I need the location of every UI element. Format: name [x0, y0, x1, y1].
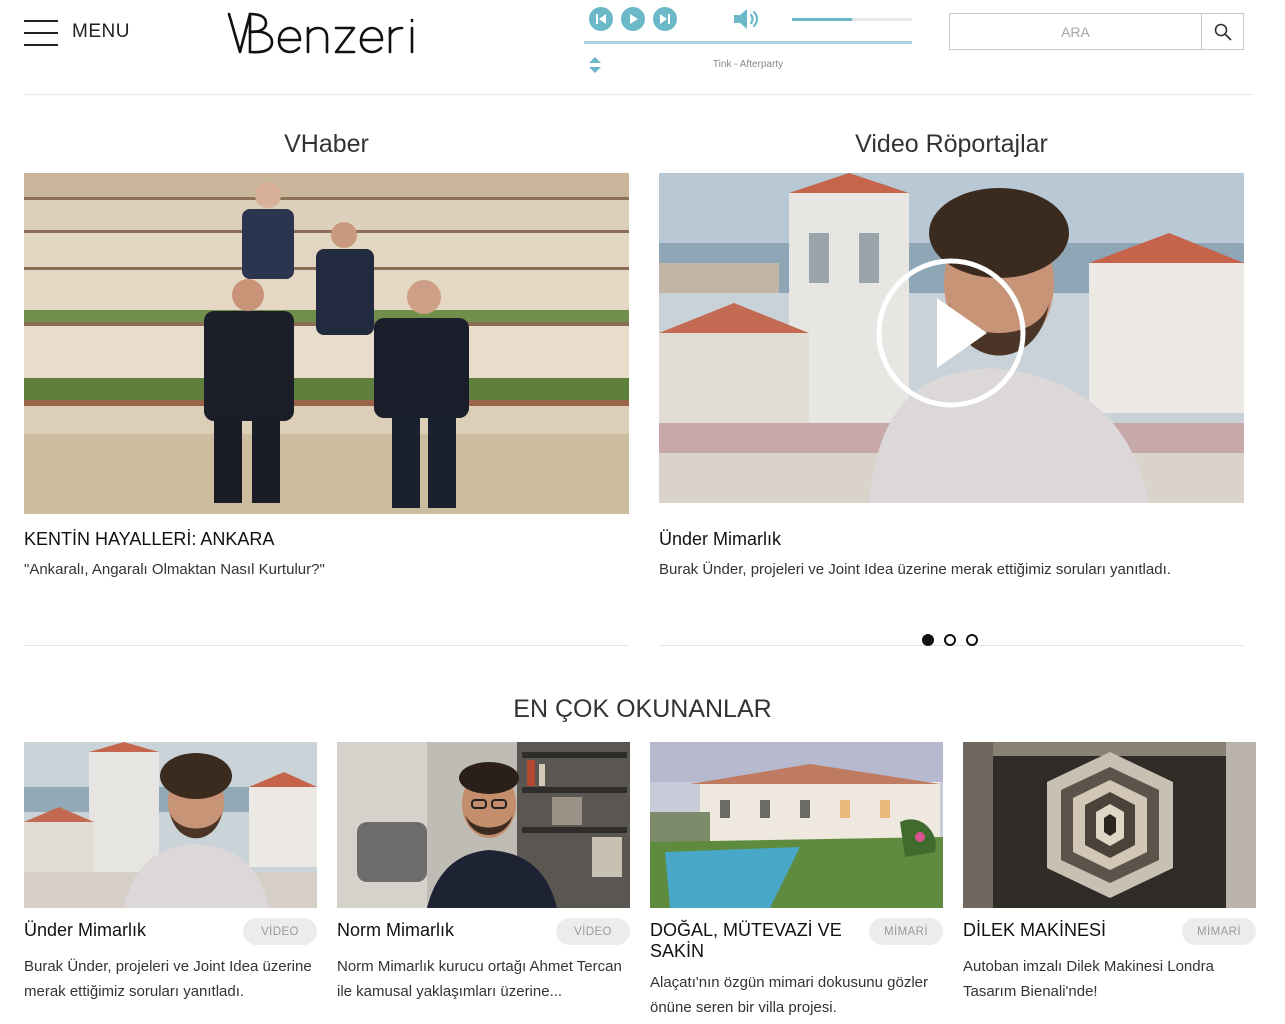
card-image-villa[interactable]: [650, 742, 943, 908]
carousel-dot-2[interactable]: [944, 634, 956, 646]
menu-label: MENU: [72, 21, 130, 42]
progress-fill: [584, 41, 912, 44]
card-description: Norm Mimarlık kurucu ortağı Ahmet Tercan…: [337, 958, 622, 1000]
section-title-vhaber: VHaber: [284, 130, 369, 158]
menu-button[interactable]: MENU: [24, 18, 130, 46]
site-logo[interactable]: [226, 10, 418, 56]
previous-track-button[interactable]: [589, 7, 613, 31]
playlist-toggle-icon[interactable]: [588, 56, 602, 74]
featured-description-under: Burak Ünder, projeleri ve Joint Idea üze…: [659, 561, 1171, 578]
category-badge[interactable]: VİDEO: [243, 918, 317, 945]
header-divider: [24, 94, 1254, 95]
featured-title-ankara[interactable]: KENTİN HAYALLERİ: ANKARA: [24, 529, 274, 550]
featured-left-divider: [24, 645, 629, 646]
track-progress-bar[interactable]: [584, 41, 912, 44]
card-image-norm[interactable]: [337, 742, 630, 908]
card-image-dilek[interactable]: [963, 742, 1256, 908]
next-track-button[interactable]: [653, 7, 677, 31]
carousel-dot-3[interactable]: [966, 634, 978, 646]
villa-thumbnail: [650, 742, 943, 908]
card-title[interactable]: DOĞAL, MÜTEVAZİ VE SAKİN: [650, 920, 860, 962]
category-badge[interactable]: MİMARİ: [1182, 918, 1256, 945]
ankara-photo: [24, 173, 629, 514]
skip-back-icon: [596, 14, 606, 24]
section-title-video-roportajlar: Video Röportajlar: [855, 130, 1048, 158]
carousel-dot-1[interactable]: [922, 634, 934, 646]
under-thumbnail: [24, 742, 317, 908]
search-input[interactable]: [950, 14, 1201, 49]
volume-fill: [792, 18, 852, 21]
card-title[interactable]: Norm Mimarlık: [337, 920, 547, 941]
card-title[interactable]: Ünder Mimarlık: [24, 920, 234, 941]
under-interview-photo: [659, 173, 1244, 503]
search-icon: [1214, 23, 1231, 40]
volume-slider[interactable]: [792, 18, 912, 21]
featured-title-under[interactable]: Ünder Mimarlık: [659, 529, 781, 550]
featured-video-under[interactable]: [659, 173, 1244, 503]
search-button[interactable]: [1201, 14, 1243, 49]
card-description: Burak Ünder, projeleri ve Joint Idea üze…: [24, 958, 312, 1000]
volume-icon[interactable]: [732, 7, 762, 31]
hamburger-icon: [24, 18, 58, 46]
category-badge[interactable]: MİMARİ: [869, 918, 943, 945]
skip-forward-icon: [660, 14, 670, 24]
most-read-heading: EN ÇOK OKUNANLAR: [513, 695, 772, 723]
most-read-card-2: Norm Mimarlık VİDEO Norm Mimarlık kurucu…: [337, 742, 630, 1004]
carousel-pagination: [922, 634, 978, 646]
most-read-card-4: DİLEK MAKİNESİ MİMARİ Autoban imzalı Dil…: [963, 742, 1256, 1004]
dilek-makinesi-thumbnail: [963, 742, 1256, 908]
norm-thumbnail: [337, 742, 630, 908]
music-player: Tink - Afterparty: [584, 4, 912, 78]
play-icon: [630, 14, 638, 24]
now-playing-track: Tink - Afterparty: [712, 59, 784, 70]
card-description: Alaçatı'nın özgün mimari dokusunu gözler…: [650, 974, 929, 1016]
most-read-card-3: DOĞAL, MÜTEVAZİ VE SAKİN MİMARİ Alaçatı'…: [650, 742, 943, 1020]
category-badge[interactable]: VİDEO: [556, 918, 630, 945]
search-box: [949, 13, 1244, 50]
card-image-under[interactable]: [24, 742, 317, 908]
card-description: Autoban imzalı Dilek Makinesi Londra Tas…: [963, 958, 1214, 1000]
play-button[interactable]: [621, 7, 645, 31]
most-read-card-1: Ünder Mimarlık VİDEO Burak Ünder, projel…: [24, 742, 317, 1004]
card-title[interactable]: DİLEK MAKİNESİ: [963, 920, 1173, 941]
featured-description-ankara: "Ankaralı, Angaralı Olmaktan Nasıl Kurtu…: [24, 561, 325, 578]
featured-image-ankara[interactable]: [24, 173, 629, 514]
